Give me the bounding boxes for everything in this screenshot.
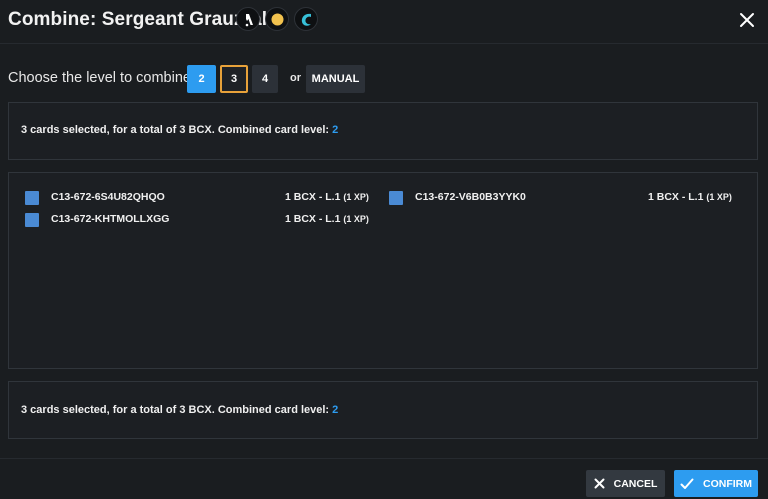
confirm-label: CONFIRM <box>703 477 752 490</box>
card-bcx: 1 BCX - L.1 (1 XP) <box>648 191 732 203</box>
card-bcx-value: 1 BCX - L.1 <box>285 191 341 203</box>
summary-text-top: 3 cards selected, for a total of 3 BCX. … <box>21 124 338 136</box>
card-list-panel: C13-672-6S4U82QHQO 1 BCX - L.1 (1 XP) C1… <box>8 172 758 369</box>
cancel-label: CANCEL <box>613 477 658 490</box>
dialog-title: Combine: Sergeant Grauzral <box>8 9 268 30</box>
level-selector-label: Choose the level to combine: <box>8 70 195 86</box>
summary-panel-top: 3 cards selected, for a total of 3 BCX. … <box>8 102 758 160</box>
combined-level-value: 2 <box>332 404 339 416</box>
water-element-icon <box>294 7 318 31</box>
list-item[interactable]: C13-672-V6B0B3YYK0 1 BCX - L.1 (1 XP) <box>389 190 739 206</box>
combined-level-value: 2 <box>332 124 339 136</box>
or-label: or <box>290 72 301 84</box>
card-xp-value: (1 XP) <box>706 192 732 202</box>
list-item[interactable]: C13-672-KHTMOLLXGG 1 BCX - L.1 (1 XP) <box>25 212 375 228</box>
card-bcx-value: 1 BCX - L.1 <box>285 213 341 225</box>
summary-panel-bottom: 3 cards selected, for a total of 3 BCX. … <box>8 381 758 439</box>
level-selector: Choose the level to combine: 2 3 4 or MA… <box>8 65 708 93</box>
summary-message: 3 cards selected, for a total of 3 BCX. … <box>21 124 330 136</box>
card-xp-value: (1 XP) <box>343 214 369 224</box>
card-checkbox[interactable] <box>25 213 39 227</box>
cancel-button[interactable]: CANCEL <box>586 470 665 497</box>
card-checkbox[interactable] <box>389 191 403 205</box>
card-bcx: 1 BCX - L.1 (1 XP) <box>285 213 369 225</box>
card-id: C13-672-6S4U82QHQO <box>51 191 165 203</box>
card-id: C13-672-KHTMOLLXGG <box>51 213 170 225</box>
card-id: C13-672-V6B0B3YYK0 <box>415 191 526 203</box>
level-4-button[interactable]: 4 <box>252 65 278 93</box>
list-item[interactable]: C13-672-6S4U82QHQO 1 BCX - L.1 (1 XP) <box>25 190 375 206</box>
level-2-button[interactable]: 2 <box>187 65 216 93</box>
level-3-button[interactable]: 3 <box>220 65 248 93</box>
card-bcx: 1 BCX - L.1 (1 XP) <box>285 191 369 203</box>
checkmark-icon <box>680 478 694 489</box>
card-xp-value: (1 XP) <box>343 192 369 202</box>
card-bcx-value: 1 BCX - L.1 <box>648 191 704 203</box>
close-icon[interactable] <box>736 9 758 31</box>
manual-button[interactable]: MANUAL <box>306 65 365 93</box>
summary-text-bottom: 3 cards selected, for a total of 3 BCX. … <box>21 404 338 416</box>
card-checkbox[interactable] <box>25 191 39 205</box>
dialog-footer: CANCEL CONFIRM <box>0 458 768 499</box>
gold-foil-icon <box>265 7 289 31</box>
dialog-header: Combine: Sergeant Grauzral <box>0 0 768 44</box>
water-splash-icon <box>236 7 260 31</box>
summary-message: 3 cards selected, for a total of 3 BCX. … <box>21 404 330 416</box>
confirm-button[interactable]: CONFIRM <box>674 470 758 497</box>
close-icon <box>594 478 605 489</box>
